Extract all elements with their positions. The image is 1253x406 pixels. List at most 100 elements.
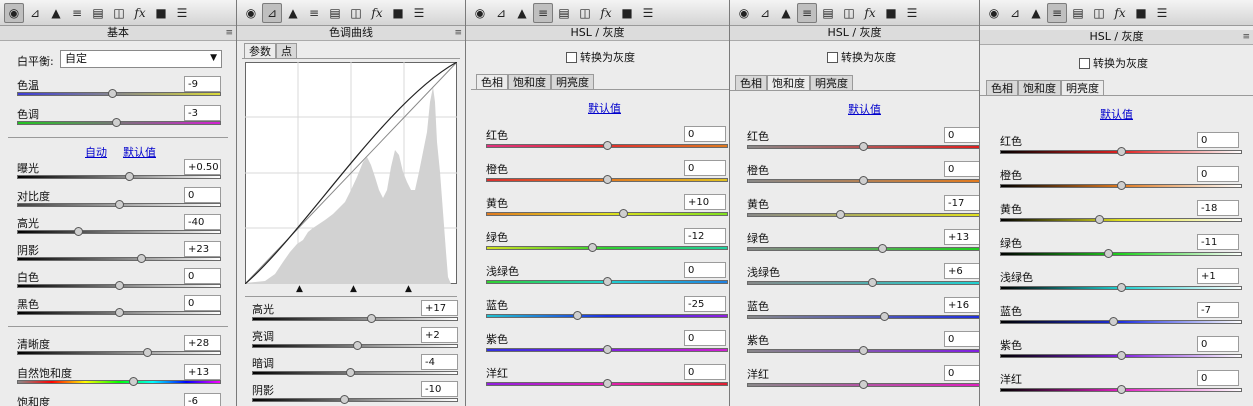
- slider-thumb[interactable]: [619, 209, 629, 218]
- checkbox-box[interactable]: [827, 52, 838, 63]
- slider-thumb[interactable]: [366, 314, 376, 323]
- slider-value-field[interactable]: +10: [684, 194, 726, 210]
- lens-tab-icon[interactable]: ◫: [575, 3, 595, 23]
- detail-tab-icon[interactable]: ▲: [512, 3, 532, 23]
- slider-value-field[interactable]: 0: [684, 364, 726, 380]
- slider-value-field[interactable]: 0: [1197, 370, 1239, 386]
- fx-tab-icon[interactable]: fx: [367, 3, 387, 23]
- slider-thumb[interactable]: [602, 345, 612, 354]
- slider-value-field[interactable]: -18: [1197, 200, 1239, 216]
- slider-value-field[interactable]: -17: [944, 195, 979, 211]
- hsl-tab-icon[interactable]: ≡: [797, 2, 817, 23]
- detail-tab-icon[interactable]: ▲: [776, 3, 796, 23]
- panel-menu-icon[interactable]: ≡: [454, 26, 462, 40]
- slider-thumb[interactable]: [136, 254, 146, 263]
- tab-hue[interactable]: 色相: [476, 74, 508, 90]
- split-toning-tab-icon[interactable]: ▤: [325, 3, 345, 23]
- camera-calibration-tab-icon[interactable]: ■: [151, 3, 171, 23]
- slider-thumb[interactable]: [602, 141, 612, 150]
- hsl-tab-icon[interactable]: ≡: [304, 3, 324, 23]
- tab-hue[interactable]: 色相: [735, 75, 767, 91]
- slider-track[interactable]: [747, 213, 979, 217]
- camera-calibration-tab-icon[interactable]: ■: [881, 3, 901, 23]
- slider-value-field[interactable]: 0: [1197, 336, 1239, 352]
- slider-value-field[interactable]: 0: [944, 127, 979, 143]
- fx-tab-icon[interactable]: fx: [596, 3, 616, 23]
- slider-thumb[interactable]: [1116, 181, 1126, 190]
- tone-curve-tab-icon[interactable]: ⊿: [755, 3, 775, 23]
- slider-value-field[interactable]: 0: [944, 331, 979, 347]
- slider-value-field[interactable]: 0: [944, 161, 979, 177]
- slider-track[interactable]: [1000, 218, 1242, 222]
- slider-track[interactable]: [17, 380, 221, 384]
- basic-tab-icon[interactable]: ◉: [4, 2, 24, 23]
- slider-thumb[interactable]: [124, 172, 134, 181]
- slider-thumb[interactable]: [859, 346, 868, 355]
- slider-track[interactable]: [17, 230, 221, 234]
- slider-value-field[interactable]: +23: [184, 241, 221, 257]
- slider-track[interactable]: [252, 317, 458, 321]
- slider-track[interactable]: [747, 247, 979, 251]
- slider-track[interactable]: [17, 257, 221, 261]
- slider-value-field[interactable]: 0: [944, 365, 979, 381]
- slider-track[interactable]: [747, 281, 979, 285]
- slider-thumb[interactable]: [1104, 249, 1114, 258]
- convert-gray-checkbox[interactable]: 转换为灰度: [1079, 55, 1148, 71]
- presets-tab-icon[interactable]: ☰: [902, 3, 922, 23]
- slider-thumb[interactable]: [587, 243, 597, 252]
- slider-value-field[interactable]: +28: [184, 335, 221, 351]
- presets-tab-icon[interactable]: ☰: [409, 3, 429, 23]
- hsl-tab-icon[interactable]: ≡: [67, 3, 87, 23]
- slider-thumb[interactable]: [859, 142, 868, 151]
- split-toning-tab-icon[interactable]: ▤: [818, 3, 838, 23]
- slider-thumb[interactable]: [108, 89, 118, 98]
- slider-thumb[interactable]: [340, 395, 350, 404]
- slider-track[interactable]: [1000, 320, 1242, 324]
- slider-track[interactable]: [252, 398, 458, 402]
- tab-luminance[interactable]: 明亮度: [1061, 80, 1104, 96]
- slider-thumb[interactable]: [602, 175, 612, 184]
- slider-track[interactable]: [486, 246, 728, 250]
- basic-tab-icon[interactable]: ◉: [984, 3, 1004, 23]
- slider-thumb[interactable]: [868, 278, 878, 287]
- slider-track[interactable]: [1000, 252, 1242, 256]
- basic-tab-icon[interactable]: ◉: [241, 3, 261, 23]
- tone-curve-graph[interactable]: [245, 62, 457, 284]
- slider-thumb[interactable]: [114, 200, 124, 209]
- split-handle-1[interactable]: ▲: [296, 284, 303, 294]
- convert-gray-checkbox[interactable]: 转换为灰度: [566, 49, 635, 65]
- slider-thumb[interactable]: [1116, 351, 1126, 360]
- tab-saturation[interactable]: 饱和度: [1018, 80, 1061, 96]
- slider-thumb[interactable]: [602, 277, 612, 286]
- slider-thumb[interactable]: [879, 312, 889, 321]
- slider-value-field[interactable]: -12: [684, 228, 726, 244]
- slider-thumb[interactable]: [1116, 147, 1126, 156]
- slider-thumb[interactable]: [877, 244, 887, 253]
- slider-value-field[interactable]: 0: [684, 160, 726, 176]
- slider-value-field[interactable]: 0: [684, 262, 726, 278]
- panel-menu-icon[interactable]: ≡: [225, 26, 233, 40]
- detail-tab-icon[interactable]: ▲: [283, 3, 303, 23]
- slider-value-field[interactable]: 0: [1197, 166, 1239, 182]
- tone-curve-tab-icon[interactable]: ⊿: [25, 3, 45, 23]
- camera-calibration-tab-icon[interactable]: ■: [617, 3, 637, 23]
- split-toning-tab-icon[interactable]: ▤: [554, 3, 574, 23]
- lens-tab-icon[interactable]: ◫: [346, 3, 366, 23]
- slider-value-field[interactable]: +16: [944, 297, 979, 313]
- slider-value-field[interactable]: +1: [1197, 268, 1239, 284]
- slider-value-field[interactable]: -11: [1197, 234, 1239, 250]
- hsl-tab-icon[interactable]: ≡: [533, 2, 553, 23]
- fx-tab-icon[interactable]: fx: [860, 3, 880, 23]
- slider-value-field[interactable]: -10: [421, 381, 458, 397]
- slider-thumb[interactable]: [143, 348, 153, 357]
- slider-track[interactable]: [17, 92, 221, 96]
- default-link[interactable]: 默认值: [588, 100, 621, 116]
- tab-parametric[interactable]: 参数: [244, 43, 276, 59]
- split-toning-tab-icon[interactable]: ▤: [88, 3, 108, 23]
- slider-track[interactable]: [17, 175, 221, 179]
- lens-tab-icon[interactable]: ◫: [109, 3, 129, 23]
- slider-track[interactable]: [747, 315, 979, 319]
- lens-tab-icon[interactable]: ◫: [839, 3, 859, 23]
- slider-value-field[interactable]: -6: [184, 393, 221, 406]
- slider-thumb[interactable]: [1109, 317, 1119, 326]
